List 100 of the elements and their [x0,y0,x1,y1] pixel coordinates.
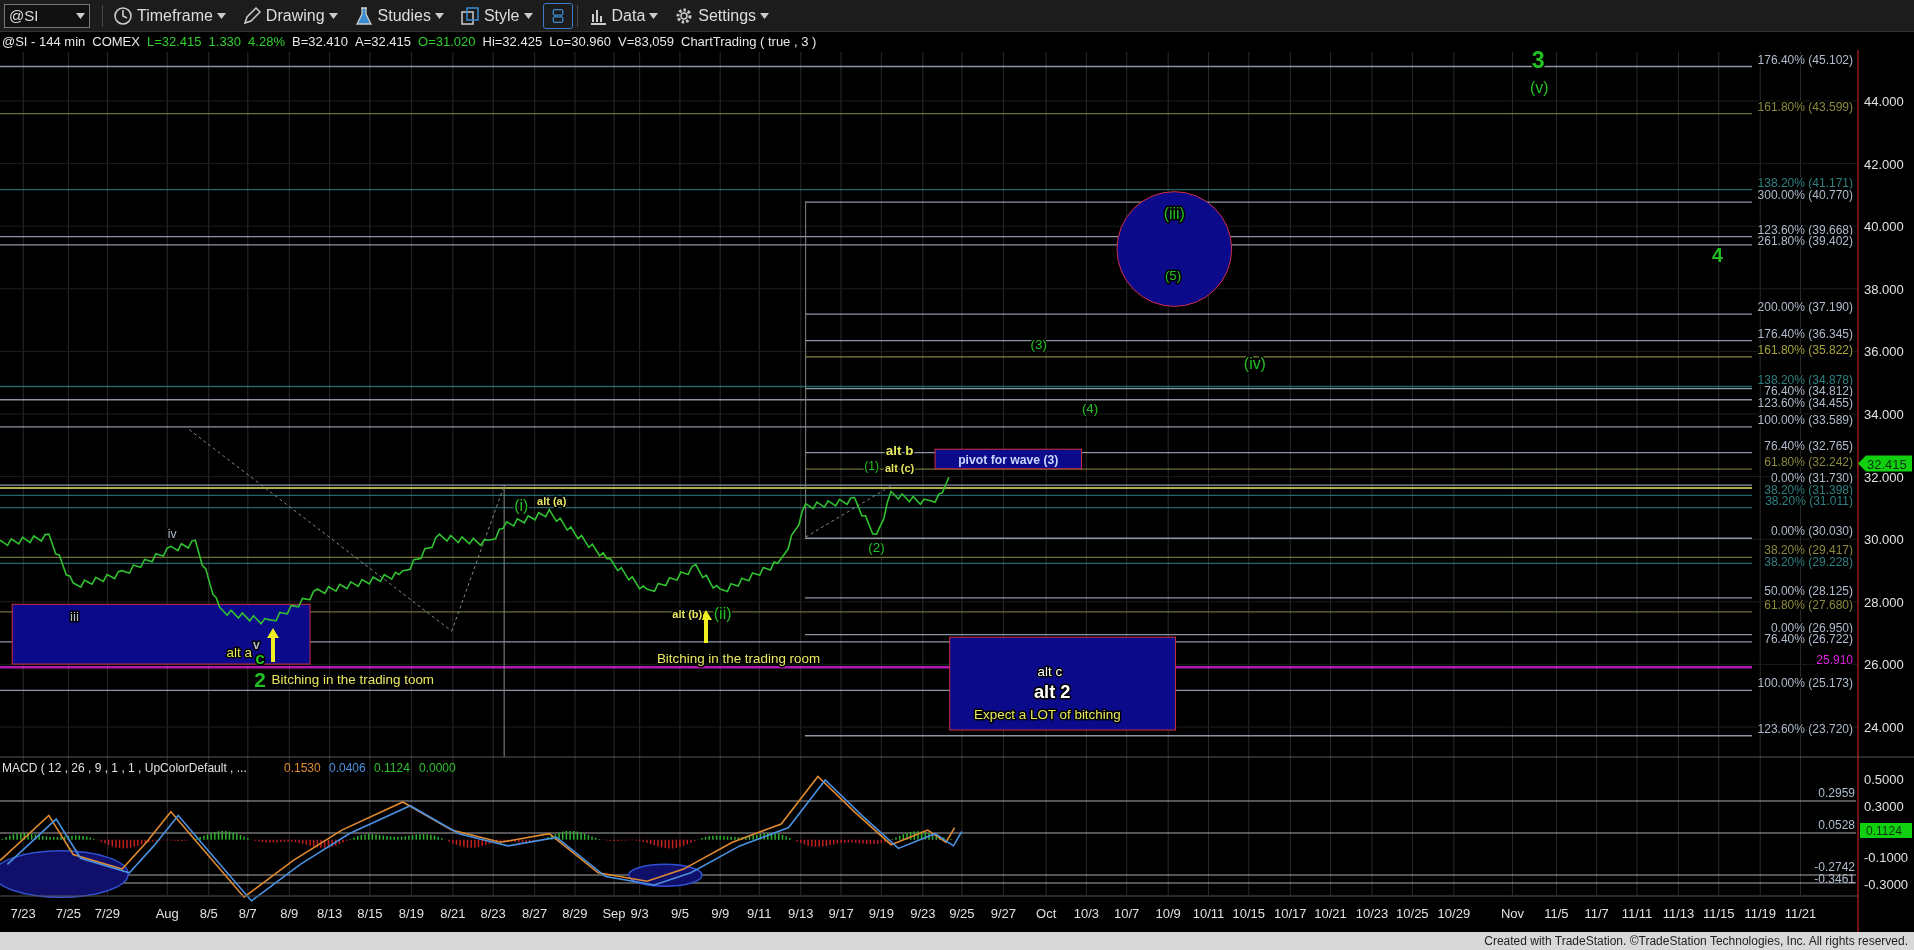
indicator-level: 0.2959 [1818,786,1855,800]
fib-label: 61.80% (27.680) [1764,597,1853,612]
date-tick: 9/13 [788,906,814,921]
price-tick: 28.000 [1864,594,1904,610]
date-tick: 9/5 [670,906,689,921]
menu-button[interactable]: Data [581,2,665,29]
indicator-value: 0.0406 [329,761,366,775]
fib-label: 300.00% (40.770) [1757,188,1853,203]
indicator-tick: -0.1000 [1864,850,1909,865]
fib-label: 76.40% (34.812) [1764,384,1853,398]
date-tick: 9/11 [747,906,772,921]
fib-label: 176.40% (36.345) [1757,326,1853,341]
wave-label: Expect a LOT of bitching [974,707,1121,722]
fib-label: 0.00% (31.730) [1770,471,1853,486]
caret-icon [523,12,533,19]
wave-label: alt c [1037,664,1063,680]
date-tick: 10/7 [1114,906,1140,921]
caret-icon [328,12,338,19]
date-tick: 11/5 [1544,906,1569,921]
indicator-title: MACD ( 12 , 26 , 9 , 1 , 1 , UpColorDefault , ... [2,761,247,775]
date-tick: 11/15 [1702,906,1735,921]
date-tick: 8/13 [316,906,343,921]
last-price-badge: 32.415 [1858,455,1912,472]
fib-label: 176.40% (45.102) [1757,52,1853,67]
date-tick: 10/15 [1232,906,1266,921]
date-tick: 8/9 [280,906,299,921]
date-tick: 7/25 [55,906,81,921]
fib-label: 161.80% (35.822) [1757,342,1853,357]
date-tick: 9/17 [828,906,854,921]
price-tick: 24.000 [1864,720,1904,735]
date-tick: 10/25 [1396,906,1429,921]
caret-icon [760,12,770,19]
fib-label: 76.40% (26.722) [1764,632,1853,647]
date-tick: 9/25 [949,906,975,921]
date-tick: 9/9 [711,906,730,921]
date-tick: Sep [602,906,626,921]
indicator-value: 0.0000 [419,761,456,775]
date-tick: Aug [155,906,179,921]
up-arrow-icon [267,628,279,662]
quote-field: L=32.415 [146,33,202,49]
wave-label: (iii) [1163,204,1185,222]
fib-label: 200.00% (37.190) [1757,300,1853,315]
fib-label: 0.00% (30.030) [1770,524,1853,539]
menu-button[interactable]: Studies [347,2,450,29]
date-tick: 7/29 [94,906,121,921]
quote-field: Hi=32.425 [482,33,543,49]
wave-label: alt (a) [537,495,567,508]
quote-field: Lo=30.960 [549,33,611,49]
quote-field: 1.330 [208,33,242,49]
menu-button[interactable]: Drawing [235,2,344,29]
date-tick: 10/29 [1437,906,1471,921]
caret-icon [649,12,659,19]
price-tick: 44.000 [1864,94,1904,109]
fib-label: 138.20% (41.171) [1757,175,1853,190]
wave-label: (4) [1081,400,1099,416]
wave-label: (i) [514,497,529,515]
indicator-tick: 0.5000 [1864,772,1904,787]
date-tick: 9/3 [630,906,649,921]
wave-label: alt (b) [672,607,703,620]
wave-label: alt a [226,644,252,660]
fib-label: 76.40% (32.765) [1764,438,1853,453]
date-tick: 8/15 [357,906,383,921]
indicator-value-badge: 0.1124 [1860,823,1912,838]
layout-button[interactable] [542,2,573,29]
fib-label: 161.80% (43.599) [1757,99,1853,114]
menu-button[interactable]: Style [453,2,539,29]
fib-label: 123.60% (39.668) [1757,222,1853,237]
date-tick: 9/27 [990,906,1017,921]
quote-field: COMEX [92,33,140,49]
caret-icon [216,12,226,19]
clock-icon [113,5,133,26]
price-tick: 34.000 [1864,407,1904,422]
date-tick: 8/19 [398,906,425,921]
fib-label: 261.80% (39.402) [1757,234,1853,249]
date-tick: 8/23 [480,906,506,921]
date-tick: 8/27 [522,906,548,921]
caret-icon [434,12,444,19]
date-tick: Nov [1500,906,1524,921]
quote-field: 4.28% [248,33,285,49]
date-tick: 8/5 [199,906,218,921]
date-tick: 8/7 [238,906,257,921]
price-tick: 30.000 [1864,532,1904,548]
quote-field: V=83,059 [617,33,674,49]
menu-button[interactable]: Settings [668,2,776,29]
date-tick: Oct [1036,906,1057,921]
date-tick: 11/11 [1621,906,1653,921]
date-tick: 10/3 [1073,906,1100,921]
symbol-field[interactable]: @SI [4,3,90,28]
squares-icon [459,5,480,26]
wave-label: pivot for wave (3) [958,452,1059,467]
date-tick: 11/19 [1744,906,1777,921]
menu-button[interactable]: Timeframe [107,2,232,29]
fib-label: 0.00% (26.950) [1770,620,1853,635]
price-tick: 38.000 [1864,281,1904,297]
wave-label: alt (c) [885,462,915,475]
fib-label: 25.910 [1816,653,1853,668]
quote-field: B=32.410 [291,33,348,49]
price-tick: 32.000 [1864,469,1904,485]
up-arrow-icon [700,610,712,643]
indicator-level: -0.2742 [1814,860,1855,874]
